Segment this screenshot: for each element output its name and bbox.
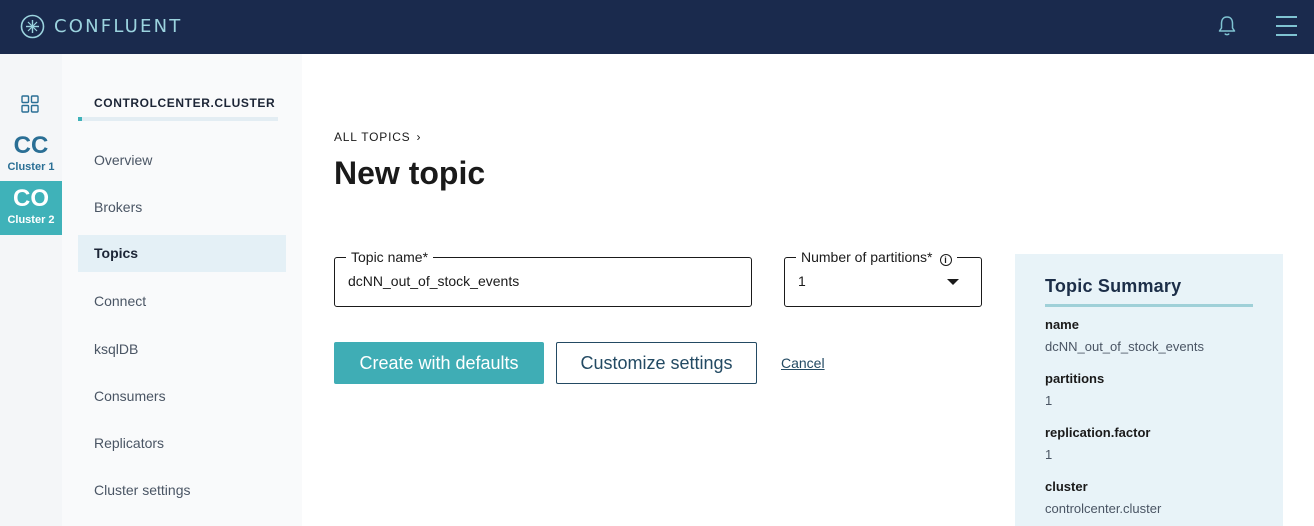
confluent-logo[interactable]: CONFLUENT (20, 14, 183, 39)
summary-title: Topic Summary (1045, 276, 1182, 296)
sidebar-item-replicators[interactable]: Replicators (78, 425, 286, 462)
sidebar-item-ksqldb[interactable]: ksqlDB (78, 331, 286, 368)
sidebar-item-brokers[interactable]: Brokers (78, 189, 286, 226)
topic-name-input[interactable] (348, 273, 738, 289)
hamburger-menu-icon[interactable] (1276, 14, 1298, 38)
chevron-right-icon: › (416, 130, 422, 144)
cluster-abbr: CO (13, 185, 49, 212)
cancel-link[interactable]: Cancel (781, 355, 825, 371)
cluster-label: Cluster 2 (7, 214, 55, 226)
summary-key: replication.factor (1045, 425, 1151, 440)
partitions-label: Number of partitions* (801, 249, 933, 265)
brand-name: CONFLUENT (54, 16, 183, 37)
cluster-abbr: CC (13, 132, 49, 159)
partitions-select[interactable]: Number of partitions* i 1 (784, 248, 982, 307)
summary-key: cluster (1045, 479, 1088, 494)
cluster-rail (0, 54, 62, 526)
breadcrumb-all-topics[interactable]: ALL TOPICS (334, 130, 410, 144)
summary-value: 1 (1045, 447, 1053, 462)
customize-settings-button[interactable]: Customize settings (556, 342, 757, 384)
sidebar-item-consumers[interactable]: Consumers (78, 378, 286, 415)
sidebar-item-cluster-settings[interactable]: Cluster settings (78, 472, 286, 509)
summary-key: name (1045, 317, 1079, 332)
summary-value: controlcenter.cluster (1045, 501, 1162, 516)
cluster-label: Cluster 1 (7, 161, 55, 173)
topic-summary-panel: Topic Summary name dcNN_out_of_stock_eve… (1015, 254, 1283, 526)
sidebar-item-overview[interactable]: Overview (78, 142, 286, 179)
page-title: New topic (334, 155, 486, 191)
partitions-label-wrap: Number of partitions* i (796, 248, 957, 266)
partitions-value: 1 (798, 273, 806, 289)
notification-bell-icon[interactable] (1215, 14, 1239, 38)
all-clusters-grid-icon[interactable] (21, 95, 39, 113)
cluster-name-underline (78, 117, 278, 121)
summary-value: dcNN_out_of_stock_events (1045, 339, 1204, 354)
summary-key: partitions (1045, 371, 1105, 386)
summary-title-underline (1045, 304, 1253, 307)
topic-name-field[interactable]: Topic name* (334, 248, 752, 307)
breadcrumb[interactable]: ALL TOPICS › (334, 130, 421, 144)
create-with-defaults-button[interactable]: Create with defaults (334, 342, 544, 384)
cluster-switch-cluster-2[interactable]: CO Cluster 2 (0, 181, 62, 235)
sidebar-item-topics[interactable]: Topics (78, 235, 286, 272)
top-navigation-bar: CONFLUENT (0, 0, 1314, 54)
summary-value: 1 (1045, 393, 1053, 408)
sidebar-item-connect[interactable]: Connect (78, 283, 286, 320)
info-icon[interactable]: i (939, 254, 952, 266)
topic-name-label: Topic name* (346, 248, 434, 266)
cluster-sidebar: CONTROLCENTER.CLUSTER Overview Brokers T… (62, 54, 302, 526)
confluent-logo-icon (20, 14, 45, 39)
dropdown-caret-icon (947, 279, 959, 285)
cluster-switch-cluster-1[interactable]: CC Cluster 1 (0, 128, 62, 182)
cluster-name-heading: CONTROLCENTER.CLUSTER (94, 96, 276, 110)
